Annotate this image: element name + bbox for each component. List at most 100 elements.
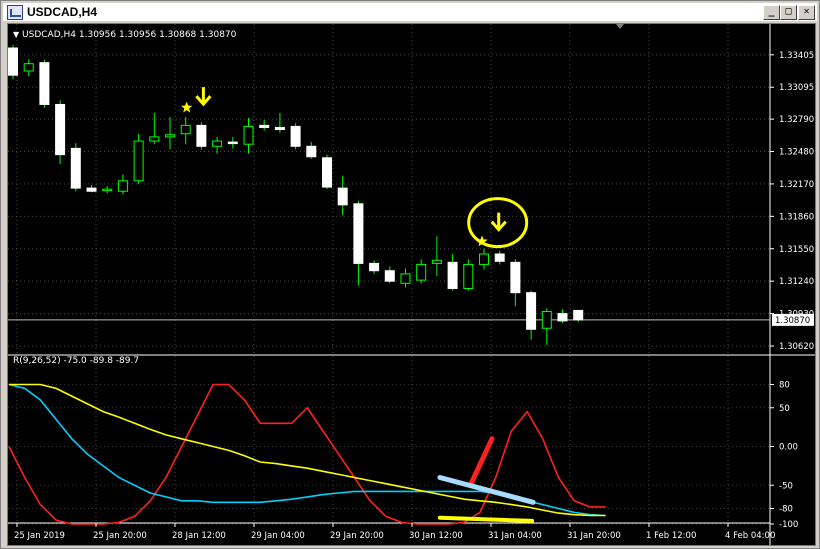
candle xyxy=(117,174,128,195)
price-tick-label: 1.32480 xyxy=(779,148,814,158)
chart-window: USDCAD,H4 _ □ ✕ 1.33405 1.33095 1.32790 1.3… xyxy=(0,0,820,549)
candle xyxy=(243,118,254,154)
candle xyxy=(55,100,66,165)
candle xyxy=(196,122,207,150)
indicator-tick-label: 50 xyxy=(779,404,790,414)
candle xyxy=(86,184,97,193)
price-tick-label: 1.31550 xyxy=(779,245,814,255)
time-tick-label: 1 Feb 12:00 xyxy=(646,531,696,541)
candle xyxy=(384,266,395,284)
candle-body xyxy=(369,262,380,272)
candle xyxy=(353,200,364,286)
header-high: 1.30956 xyxy=(118,30,157,40)
candle-body xyxy=(306,145,317,158)
candle xyxy=(431,236,442,276)
price-tick-label: 1.30620 xyxy=(779,342,814,352)
candle xyxy=(133,133,144,184)
candle xyxy=(416,259,427,284)
candle-body xyxy=(463,263,474,289)
candle-body xyxy=(274,126,285,131)
header-triangle-icon: ▼ xyxy=(13,30,20,39)
restore-button[interactable]: □ xyxy=(780,5,797,20)
star-icon xyxy=(181,101,193,113)
down-arrow-icon xyxy=(195,87,212,107)
chart-window-icon xyxy=(7,5,23,20)
candle-body xyxy=(227,141,238,145)
price-tick-label: 1.32170 xyxy=(779,180,814,190)
candle-body xyxy=(510,261,521,294)
header-open: 1.30956 xyxy=(78,30,117,40)
candle xyxy=(180,117,191,145)
chart-canvas[interactable]: 1.33405 1.33095 1.32790 1.32480 1.32170 1.318… xyxy=(8,24,815,545)
candle-body xyxy=(541,310,552,329)
candle xyxy=(70,143,81,192)
candle xyxy=(337,175,348,216)
candle-body xyxy=(494,253,505,262)
time-tick-label: 31 Jan 04:00 xyxy=(488,531,542,541)
candle-body xyxy=(133,140,144,182)
header-low: 1.30868 xyxy=(159,30,197,40)
candle-body xyxy=(447,261,458,289)
indicator-label: R(9,26,52) -75.0 -89.8 -89.7 xyxy=(13,356,140,366)
close-button[interactable]: ✕ xyxy=(798,5,815,20)
chart-area[interactable]: 1.33405 1.33095 1.32790 1.32480 1.32170 1.318… xyxy=(7,23,816,546)
indicator-tick-label: 80 xyxy=(779,381,790,391)
candle xyxy=(39,59,50,108)
indicator-tick-label: 0.00 xyxy=(779,443,798,453)
candle xyxy=(557,309,568,323)
time-tick-label: 4 Feb 04:00 xyxy=(725,531,775,541)
candle xyxy=(306,142,317,159)
candle-body xyxy=(196,124,207,147)
price-tick-label: 1.31240 xyxy=(779,277,814,287)
candle-body xyxy=(416,263,427,281)
candle-body xyxy=(212,140,223,147)
time-tick-label: 29 Jan 04:00 xyxy=(251,531,305,541)
candle xyxy=(541,308,552,345)
time-tick-label: 31 Jan 20:00 xyxy=(567,531,621,541)
candle xyxy=(400,268,411,288)
minimize-button[interactable]: _ xyxy=(763,5,780,20)
candle-body xyxy=(353,203,364,264)
price-tick-label: 1.33405 xyxy=(779,51,814,61)
candle xyxy=(510,259,521,307)
candle-body xyxy=(86,187,97,192)
candle-body xyxy=(180,124,191,135)
candle xyxy=(102,186,113,194)
candle xyxy=(479,248,489,270)
candle-body xyxy=(8,47,18,76)
chart-shift-marker-icon xyxy=(616,24,624,29)
candle-body xyxy=(149,136,160,142)
candle-body xyxy=(55,103,66,156)
candle xyxy=(322,154,332,190)
time-tick-label: 29 Jan 20:00 xyxy=(330,531,384,541)
candle-body xyxy=(431,259,442,264)
drawn-yellow-line xyxy=(437,515,535,523)
candle xyxy=(149,112,160,145)
candle xyxy=(274,112,285,133)
indicator-series-0 xyxy=(8,383,606,525)
header-close: 1.30870 xyxy=(199,30,237,40)
candle xyxy=(259,120,270,131)
price-tick-label: 1.31860 xyxy=(779,212,814,222)
window-title: USDCAD,H4 xyxy=(27,5,98,19)
candle-body xyxy=(573,309,584,321)
candle xyxy=(290,123,301,150)
candle xyxy=(526,290,537,340)
candle xyxy=(463,259,474,291)
candle-body xyxy=(526,292,537,330)
title-bar[interactable]: USDCAD,H4 _ □ ✕ xyxy=(3,3,817,21)
down-arrow-icon xyxy=(490,212,507,232)
current-price-label: 1.30870 xyxy=(775,316,810,326)
candle-body xyxy=(243,125,254,145)
candle xyxy=(369,260,380,274)
indicator-tick-label: -100 xyxy=(779,520,798,530)
candle-body xyxy=(479,253,489,265)
price-header: ▼ USDCAD,H4 1.30956 1.30956 1.30868 1.30… xyxy=(13,29,236,41)
price-tick-label: 1.33095 xyxy=(779,83,814,93)
candle-body xyxy=(165,134,175,138)
candle xyxy=(494,250,505,265)
candle xyxy=(8,44,18,80)
candle xyxy=(227,136,238,149)
indicator-tick-label: -50 xyxy=(779,481,793,491)
candle-body xyxy=(70,147,81,189)
